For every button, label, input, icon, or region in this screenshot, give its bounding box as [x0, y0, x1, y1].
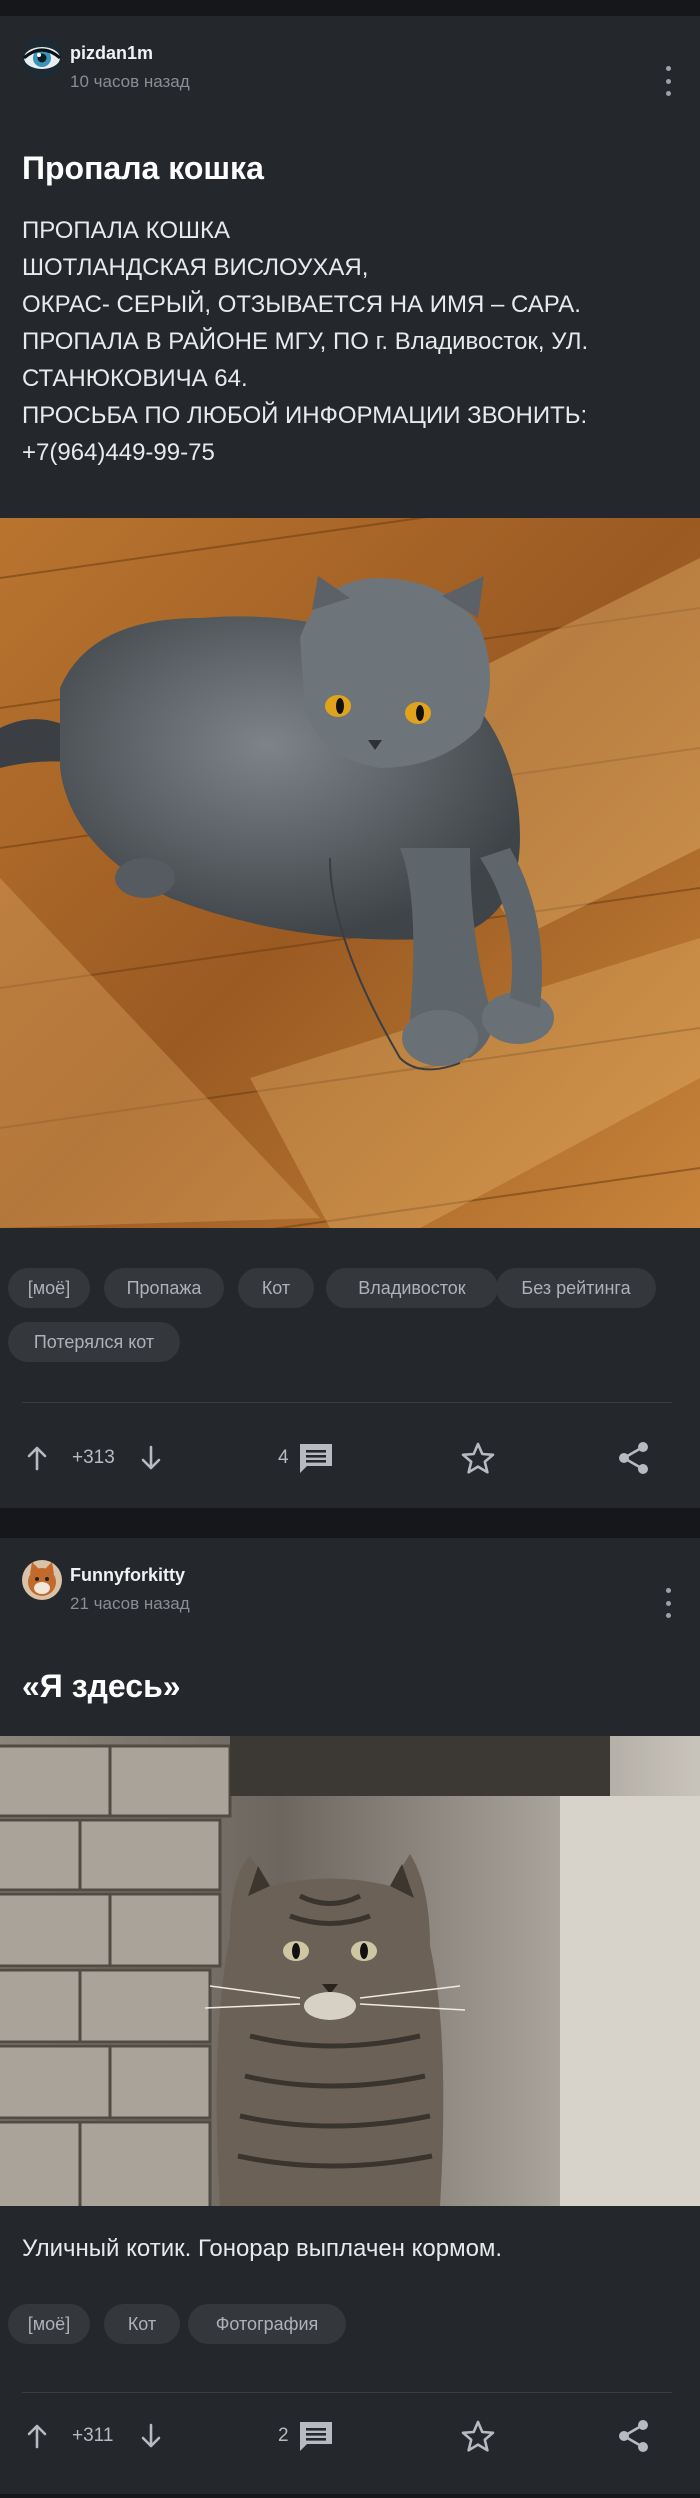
comments-count: 4: [278, 1447, 289, 1468]
divider: [22, 2392, 672, 2393]
post-body-line: ОКРАС- СЕРЫЙ, ОТЗЫВАЕТСЯ НА ИМЯ – САРА.: [22, 291, 581, 318]
tag[interactable]: Кот: [104, 2304, 180, 2344]
divider: [22, 1402, 672, 1403]
post-author[interactable]: pizdan1m 10 часов назад: [22, 38, 622, 91]
post-author[interactable]: Funnyforkitty 21 часов назад: [22, 1560, 622, 1613]
tag-list: [моё] Пропажа Кот Владивосток Без рейтин…: [8, 1268, 688, 1368]
tag[interactable]: Пропажа: [104, 1268, 224, 1308]
upvote-button[interactable]: [26, 2408, 48, 2464]
arrow-down-icon: [141, 1445, 161, 1470]
comments-button[interactable]: 2: [278, 2408, 335, 2464]
post-body-line: ПРОСЬБА ПО ЛЮБОЙ ИНФОРМАЦИИ ЗВОНИТЬ:: [22, 402, 588, 429]
post-time: 10 часов назад: [70, 72, 190, 91]
kebab-menu-icon[interactable]: [658, 66, 678, 96]
author-name[interactable]: pizdan1m: [70, 43, 153, 64]
share-button[interactable]: [616, 1430, 652, 1486]
author-name[interactable]: Funnyforkitty: [70, 1565, 185, 1586]
share-icon: [619, 2420, 648, 2452]
rating-count: +313: [72, 1447, 115, 1468]
post-title[interactable]: «Я здесь»: [22, 1668, 181, 1705]
post-body-line: СТАНЮКОВИЧА 64.: [22, 365, 248, 392]
top-gap: [0, 0, 700, 16]
post-body-line: ПРОПАЛА В РАЙОНЕ МГУ, ПО г. Владивосток,…: [22, 328, 589, 355]
post-card: Funnyforkitty 21 часов назад «Я здесь» У…: [0, 1538, 700, 2494]
post-actions: +311 2: [0, 2408, 700, 2464]
comment-icon: [299, 1444, 332, 1473]
post-card: pizdan1m 10 часов назад Пропала кошка ПР…: [0, 16, 700, 1508]
author-avatar[interactable]: [22, 1560, 62, 1600]
post-body-line: ПРОПАЛА КОШКА: [22, 217, 230, 244]
author-avatar[interactable]: [22, 38, 62, 78]
post-time: 21 часов назад: [70, 1594, 190, 1613]
post-body-line: ШОТЛАНДСКАЯ ВИСЛОУХАЯ,: [22, 254, 369, 281]
comments-count: 2: [278, 2425, 289, 2446]
tag[interactable]: Без рейтинга: [496, 1268, 656, 1308]
rating-count: +311: [72, 2425, 114, 2446]
comments-button[interactable]: 4: [278, 1430, 335, 1486]
post-photo-gray-cat[interactable]: [0, 518, 700, 1228]
post-caption: Уличный котик. Гонорар выплачен кормом.: [22, 2235, 503, 2262]
comment-icon: [299, 2422, 332, 2451]
arrow-up-icon: [27, 2424, 47, 2449]
post-body: ПРОПАЛА КОШКА ШОТЛАНДСКАЯ ВИСЛОУХАЯ, ОКР…: [22, 212, 682, 471]
arrow-up-icon: [27, 1446, 47, 1471]
downvote-button[interactable]: [140, 2408, 162, 2464]
save-button[interactable]: [460, 1430, 496, 1486]
post-title[interactable]: Пропала кошка: [22, 150, 264, 187]
tag-list: [моё] Кот Фотография: [8, 2304, 688, 2348]
post-photo-tabby-cat[interactable]: [0, 1736, 700, 2206]
tag[interactable]: [моё]: [8, 1268, 90, 1308]
downvote-button[interactable]: [140, 1430, 162, 1486]
upvote-button[interactable]: [26, 1430, 48, 1486]
save-button[interactable]: [460, 2408, 496, 2464]
tag[interactable]: Фотография: [188, 2304, 346, 2344]
post-actions: +313 4: [0, 1430, 700, 1486]
arrow-down-icon: [141, 2423, 161, 2448]
kebab-menu-icon[interactable]: [658, 1588, 678, 1618]
tag[interactable]: [моё]: [8, 2304, 90, 2344]
share-icon: [619, 1442, 648, 1474]
tag[interactable]: Потерялся кот: [8, 1322, 180, 1362]
star-icon: [461, 2420, 495, 2452]
tag[interactable]: Владивосток: [326, 1268, 498, 1308]
share-button[interactable]: [616, 2408, 652, 2464]
tag[interactable]: Кот: [238, 1268, 314, 1308]
post-body-line: +7(964)449-99-75: [22, 439, 215, 466]
star-icon: [461, 1442, 495, 1474]
